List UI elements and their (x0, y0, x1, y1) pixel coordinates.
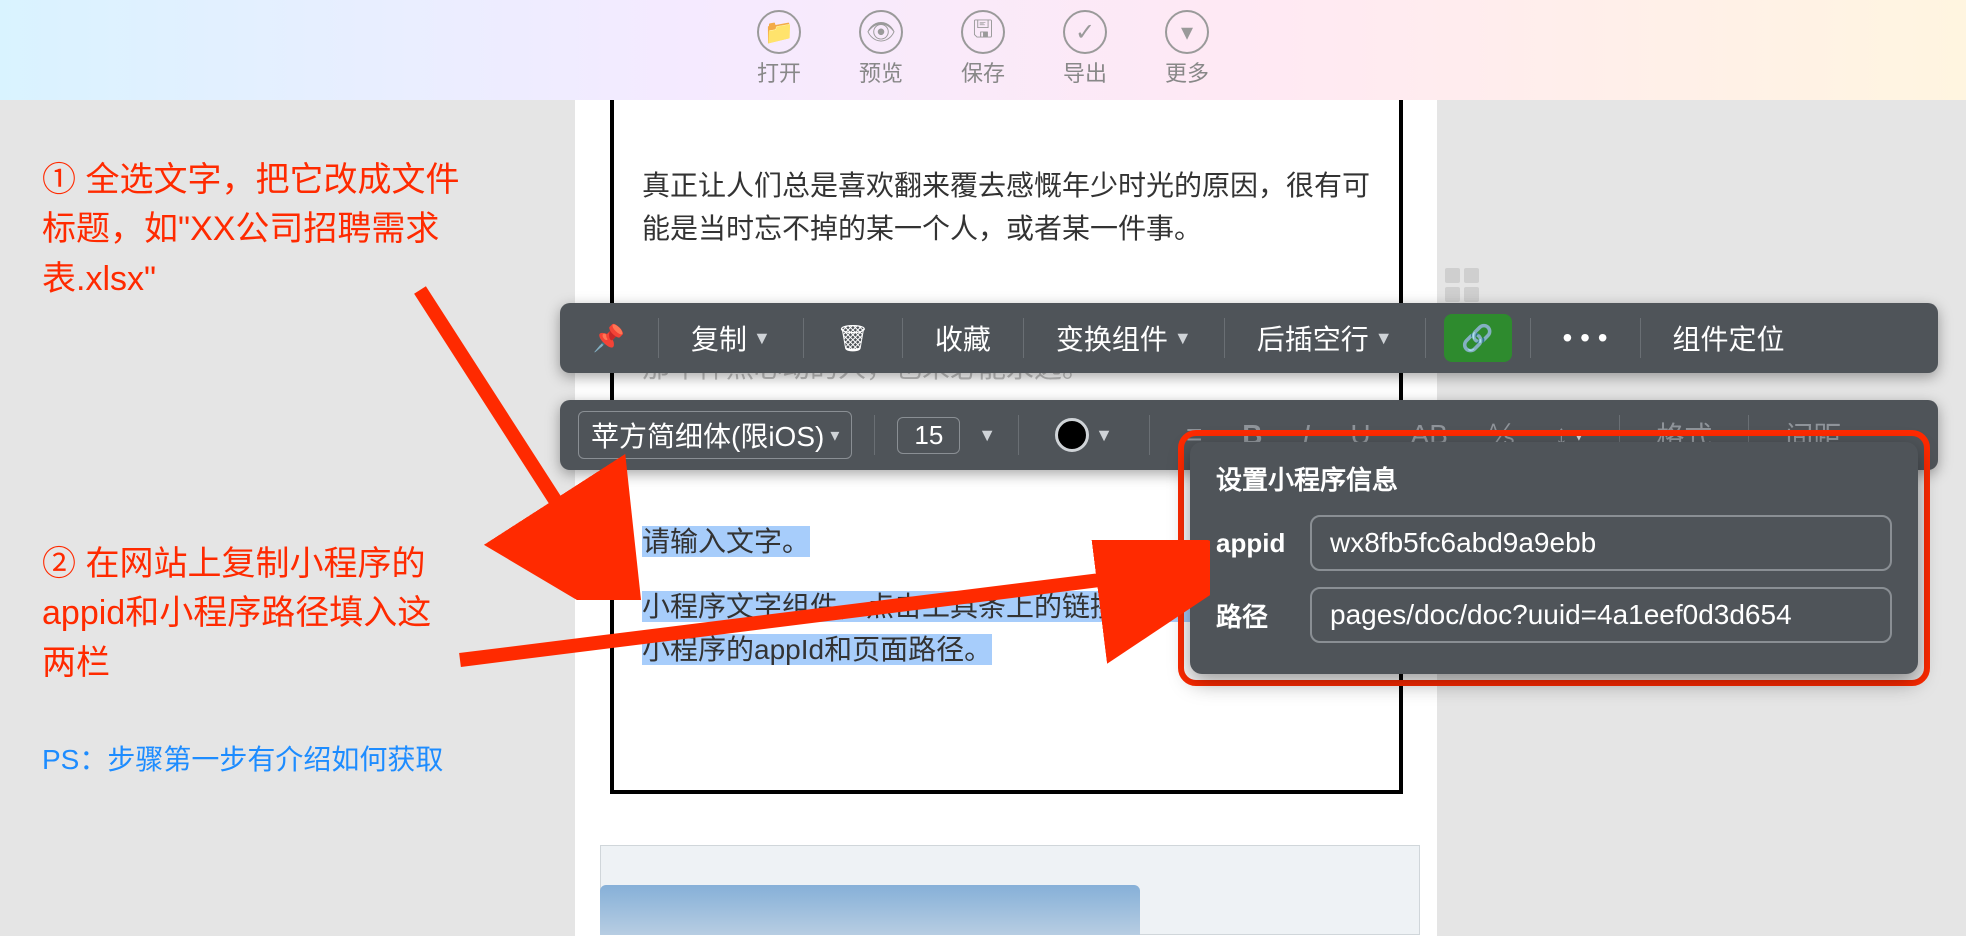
insert-blank-button[interactable]: 后插空行 ▼ (1243, 314, 1407, 362)
path-input[interactable] (1310, 587, 1892, 643)
separator (1149, 415, 1150, 455)
path-label: 路径 (1216, 597, 1310, 634)
font-size-value: 15 (914, 420, 943, 450)
selected-text: 小程序文字组件，点击工具条上的链接按钮，设置 (642, 591, 1258, 622)
image-placeholder (600, 885, 1140, 935)
favorite-button[interactable]: 收藏 (921, 314, 1005, 362)
menu-more[interactable]: ▾更多 (1165, 10, 1209, 88)
annotation-step2: ② 在网站上复制小程序的appid和小程序路径填入这两栏 (42, 540, 462, 688)
miniprogram-popover: 设置小程序信息 appid 路径 (1190, 442, 1918, 674)
pin-icon: 📌 (592, 323, 626, 354)
popover-title: 设置小程序信息 (1216, 460, 1892, 497)
separator (803, 318, 804, 358)
menu-preview[interactable]: 👁预览 (859, 10, 903, 88)
separator (874, 415, 875, 455)
pin-button[interactable]: 📌 (578, 314, 640, 362)
chevron-down-icon: ▼ (1375, 328, 1393, 349)
selected-text: 请输入文字。 (642, 526, 810, 557)
miniprogram-popover-highlight: 设置小程序信息 appid 路径 (1178, 430, 1930, 686)
separator (902, 318, 903, 358)
top-menu: 📁打开 👁预览 🖫保存 ✓导出 ▾更多 (0, 10, 1966, 88)
locate-button[interactable]: 组件定位 (1659, 314, 1799, 362)
menu-open[interactable]: 📁打开 (757, 10, 801, 88)
ellipsis-icon: • • • (1563, 322, 1608, 354)
button-label: 组件定位 (1673, 318, 1785, 358)
button-label: 收藏 (935, 318, 991, 358)
context-toolbar-primary: 📌 复制 ▼ 🗑 收藏 变换组件 ▼ 后插空行 ▼ 🔗 • • • 组件定位 (560, 303, 1938, 373)
separator (1425, 318, 1426, 358)
delete-button[interactable]: 🗑 (822, 314, 884, 362)
appid-input[interactable] (1310, 515, 1892, 571)
export-icon: ✓ (1063, 10, 1107, 54)
menu-save[interactable]: 🖫保存 (961, 10, 1005, 88)
separator (658, 318, 659, 358)
chevron-down-icon: ▼ (753, 328, 771, 349)
trash-icon: 🗑 (836, 323, 870, 354)
button-label: 复制 (691, 318, 747, 358)
font-select[interactable]: 苹方简细体(限iOS) ▾ (578, 411, 852, 459)
menu-label: 打开 (757, 56, 801, 88)
color-swatch-icon (1055, 418, 1089, 452)
menu-export[interactable]: ✓导出 (1063, 10, 1107, 88)
folder-icon: 📁 (757, 10, 801, 54)
preview-icon: 👁 (859, 10, 903, 54)
separator (1224, 318, 1225, 358)
text-color-button[interactable]: ▼ (1041, 411, 1127, 459)
paragraph: 真正让人们总是喜欢翻来覆去感慨年少时光的原因，很有可能是当时忘不掉的某一个人，或… (642, 164, 1371, 251)
selected-text: 小程序的appId和页面路径。 (642, 634, 992, 665)
chevron-down-icon: ▼ (1174, 328, 1192, 349)
menu-label: 导出 (1063, 56, 1107, 88)
chevron-down-icon: ▼ (1095, 425, 1113, 446)
link-icon: 🔗 (1461, 323, 1495, 354)
chevron-down-icon: ▾ (830, 425, 839, 446)
menu-label: 更多 (1165, 56, 1209, 88)
copy-button[interactable]: 复制 ▼ (677, 314, 785, 362)
path-row: 路径 (1216, 587, 1892, 643)
chevron-down-icon[interactable]: ▼ (978, 425, 996, 446)
separator (1530, 318, 1531, 358)
more-button[interactable]: • • • (1549, 314, 1622, 362)
menu-label: 保存 (961, 56, 1005, 88)
annotation-ps: PS：步骤第一步有介绍如何获取 (42, 738, 443, 778)
save-icon: 🖫 (961, 10, 1005, 54)
font-size-input[interactable]: 15 (897, 417, 960, 454)
separator (1023, 318, 1024, 358)
annotation-step1: ① 全选文字，把它改成文件标题，如"XX公司招聘需求表.xlsx" (42, 156, 462, 304)
appid-row: appid (1216, 515, 1892, 571)
appid-label: appid (1216, 528, 1310, 559)
separator (1018, 415, 1019, 455)
menu-label: 预览 (859, 56, 903, 88)
link-button[interactable]: 🔗 (1444, 314, 1512, 362)
separator (1640, 318, 1641, 358)
transform-button[interactable]: 变换组件 ▼ (1042, 314, 1206, 362)
font-name: 苹方简细体(限iOS) (591, 415, 824, 455)
more-icon: ▾ (1165, 10, 1209, 54)
button-label: 变换组件 (1056, 318, 1168, 358)
button-label: 后插空行 (1257, 318, 1369, 358)
drag-handle-icon[interactable] (1445, 268, 1479, 302)
